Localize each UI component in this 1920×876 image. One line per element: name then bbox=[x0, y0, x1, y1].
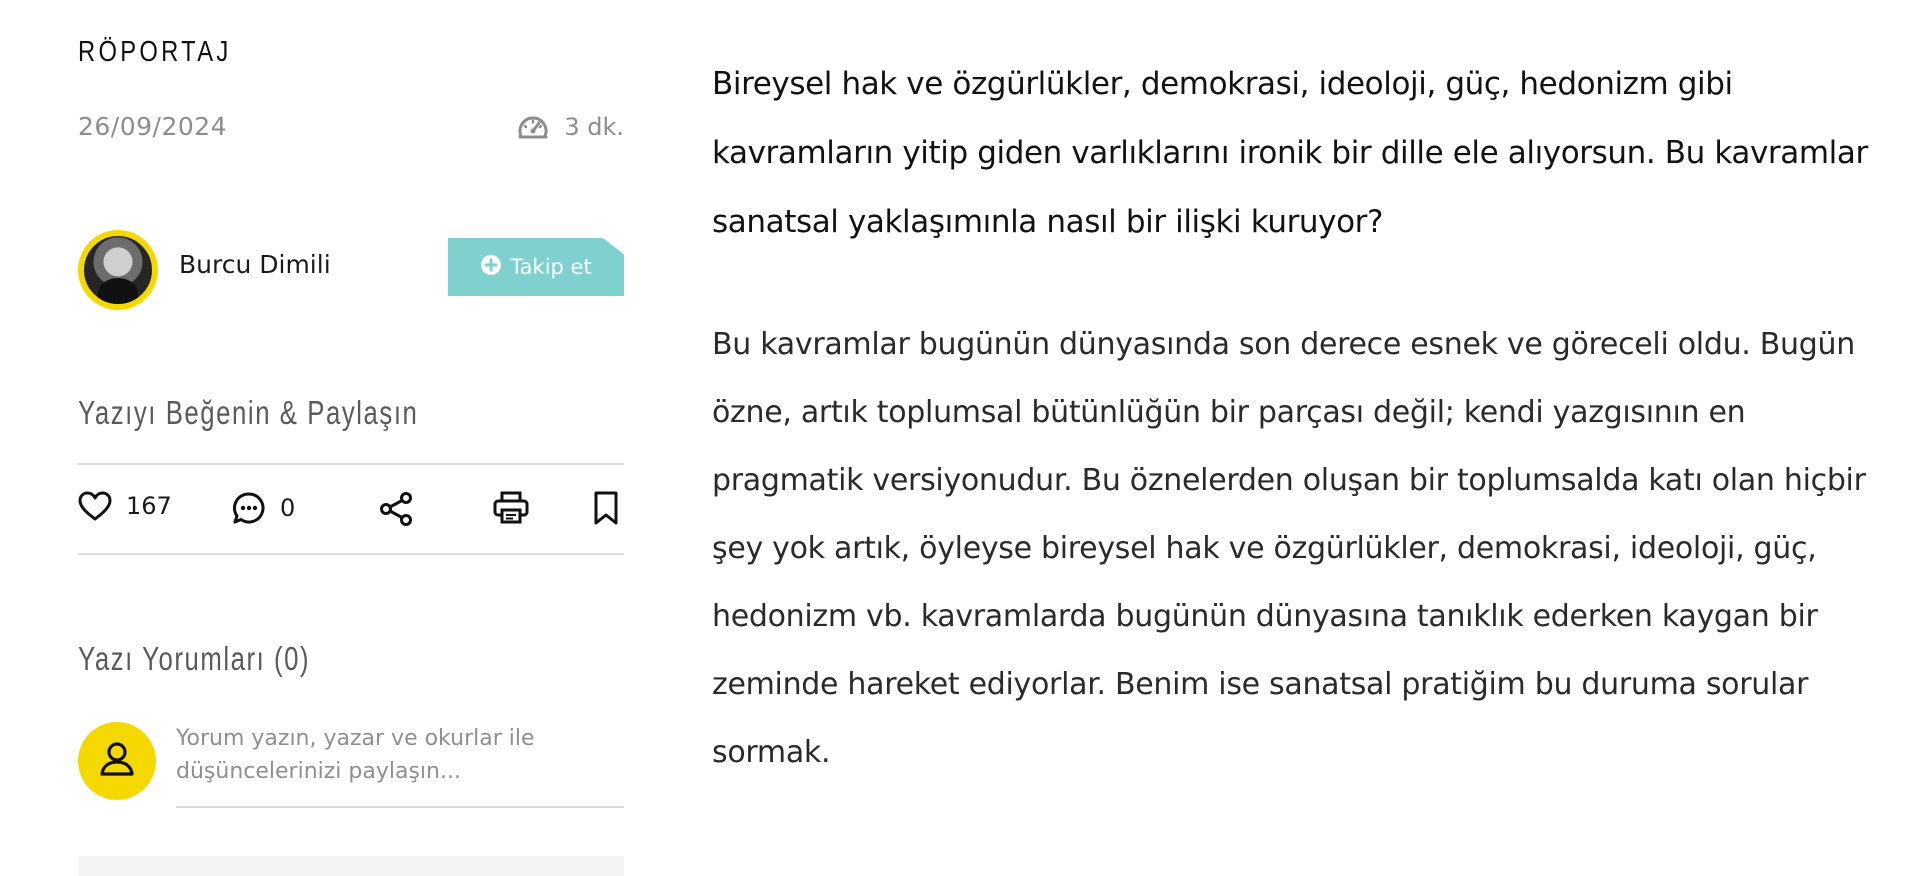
chat-bubble-icon bbox=[232, 491, 266, 525]
publish-date: 26/09/2024 bbox=[78, 112, 228, 141]
author-row: Burcu Dimili Takip et bbox=[78, 230, 624, 310]
article-body: Bireysel hak ve özgürlükler, demokrasi, … bbox=[712, 50, 1882, 787]
user-icon bbox=[96, 738, 138, 784]
interview-answer: Bu kavramlar bugünün dünyasında son dere… bbox=[712, 327, 1866, 770]
page: RÖPORTAJ 26/09/2024 3 dk. Burcu Dimili T… bbox=[0, 0, 1920, 876]
comment-input[interactable] bbox=[176, 722, 624, 808]
print-button[interactable] bbox=[493, 491, 529, 525]
like-share-title: Yazıyı Beğenin & Paylaşın bbox=[78, 394, 419, 431]
user-avatar bbox=[78, 722, 156, 800]
author-avatar[interactable] bbox=[78, 230, 158, 310]
like-button[interactable]: 167 bbox=[78, 491, 172, 521]
share-button[interactable] bbox=[378, 491, 414, 527]
bookmark-icon bbox=[592, 491, 620, 525]
speedometer-icon bbox=[516, 112, 550, 142]
plus-circle-icon bbox=[480, 254, 502, 281]
article-sidebar: RÖPORTAJ 26/09/2024 3 dk. Burcu Dimili T… bbox=[78, 0, 624, 876]
comment-box bbox=[78, 722, 624, 812]
heart-icon bbox=[78, 491, 112, 521]
comment-count: 0 bbox=[280, 494, 296, 522]
bottom-panel bbox=[78, 856, 624, 876]
comments-title: Yazı Yorumları (0) bbox=[78, 640, 311, 677]
article-meta: 26/09/2024 3 dk. bbox=[78, 110, 624, 150]
interview-question: Bireysel hak ve özgürlükler, demokrasi, … bbox=[712, 66, 1868, 240]
share-icon bbox=[378, 491, 414, 527]
read-time-value: 3 dk. bbox=[564, 113, 624, 141]
bookmark-button[interactable] bbox=[592, 491, 620, 525]
follow-button[interactable]: Takip et bbox=[448, 238, 624, 296]
follow-label: Takip et bbox=[510, 255, 592, 279]
like-count: 167 bbox=[126, 492, 172, 520]
read-time: 3 dk. bbox=[516, 112, 624, 142]
category-label[interactable]: RÖPORTAJ bbox=[78, 36, 232, 69]
author-name[interactable]: Burcu Dimili bbox=[179, 250, 331, 279]
action-bar: 167 0 bbox=[78, 463, 624, 555]
comment-button[interactable]: 0 bbox=[232, 491, 295, 525]
printer-icon bbox=[493, 491, 529, 525]
